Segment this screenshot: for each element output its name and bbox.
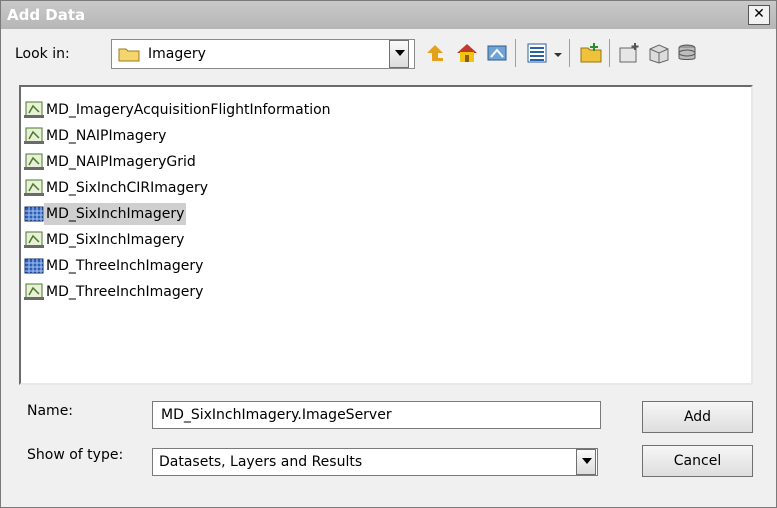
file-list[interactable]: MD_ImageryAcquisitionFlightInformation M… [19,85,753,385]
add-button[interactable]: Add [642,401,753,433]
image-service-icon [24,206,44,222]
list-item-label: MD_ThreeInchImagery [46,284,204,300]
catalog-icon[interactable] [675,41,699,65]
show-of-type-label: Show of type: [27,447,124,463]
image-service-icon [24,258,44,274]
feature-class-icon [24,231,44,248]
chevron-down-icon [582,458,592,464]
new-folder-icon[interactable] [579,41,603,65]
cancel-button[interactable]: Cancel [642,445,753,477]
toolbar-separator [609,39,610,67]
look-in-dropdown-button[interactable] [389,40,409,68]
home-icon[interactable] [455,41,479,65]
toolbar-separator [515,39,516,67]
window-title: Add Data [7,6,86,24]
new-box-icon[interactable] [647,41,671,65]
list-item-label: MD_NAIPImagery [46,128,167,144]
feature-class-icon [24,127,44,144]
list-item-label: MD_NAIPImageryGrid [46,154,196,170]
new-item-icon[interactable] [617,41,641,65]
look-in-label: Look in: [15,46,70,62]
feature-class-icon [24,283,44,300]
view-list-icon[interactable] [525,41,549,65]
list-item-label: MD_SixInchImagery [44,203,187,225]
name-input-value: MD_SixInchImagery.ImageServer [161,407,392,423]
toolbar-separator [569,39,570,67]
show-of-type-value: Datasets, Layers and Results [159,454,363,470]
show-of-type-dropdown[interactable]: Datasets, Layers and Results [152,448,598,476]
list-item-label: MD_SixInchImagery [46,232,185,248]
name-label: Name: [27,403,74,419]
up-one-level-icon[interactable] [423,41,447,65]
feature-class-icon [24,153,44,170]
name-input[interactable]: MD_SixInchImagery.ImageServer [152,401,601,429]
feature-class-icon [24,179,44,196]
title-bar[interactable]: Add Data ✕ [1,1,776,29]
look-in-value: Imagery [148,46,206,62]
folder-icon [118,48,140,62]
list-item-label: MD_ImageryAcquisitionFlightInformation [46,102,331,118]
view-dropdown-icon[interactable] [551,41,565,65]
list-item-label: MD_ThreeInchImagery [46,258,204,274]
connect-to-folder-icon[interactable] [485,41,509,65]
look-in-dropdown[interactable]: Imagery [111,39,415,69]
close-button[interactable]: ✕ [748,5,770,25]
show-of-type-dropdown-button[interactable] [576,449,596,475]
list-item-label: MD_SixInchCIRImagery [46,180,209,196]
feature-class-icon [24,101,44,118]
add-data-dialog: Add Data ✕ Look in: Imagery MD_ImageryAc… [0,0,777,508]
chevron-down-icon [395,50,405,56]
